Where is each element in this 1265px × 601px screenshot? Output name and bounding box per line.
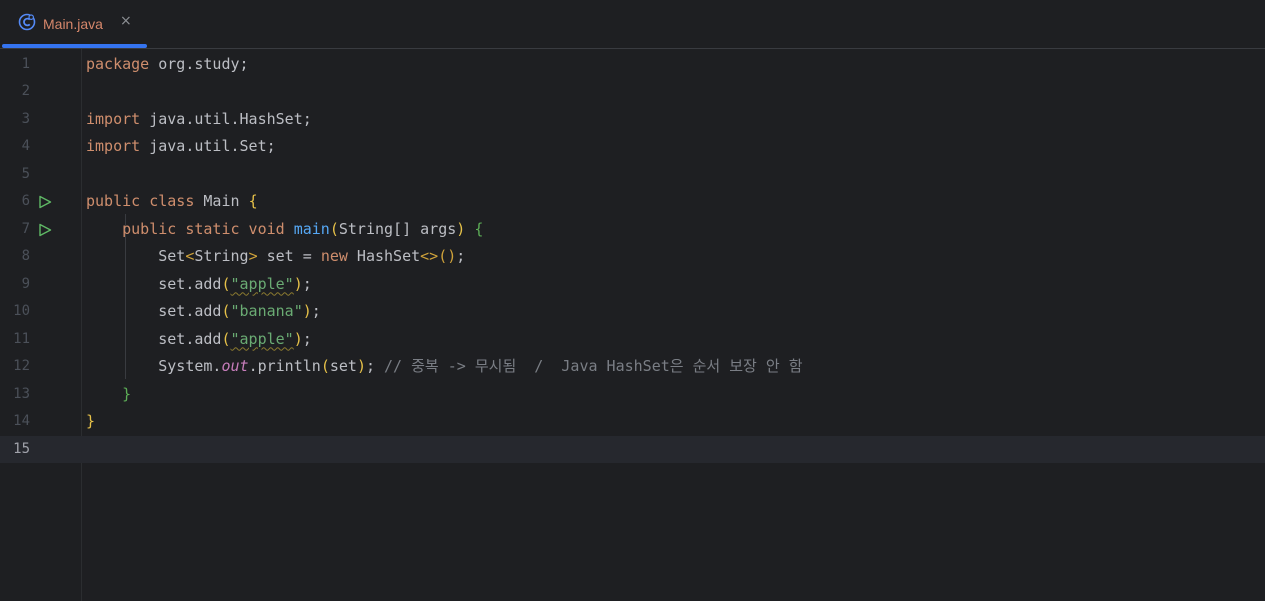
active-tab-indicator	[2, 44, 147, 48]
code-comment: // 중복 -> 무시됨 / Java HashSet은 순서 보장 안 함	[384, 357, 803, 375]
code-line-2[interactable]: 2	[0, 78, 1265, 106]
code-text: import java.util.HashSet;	[86, 109, 312, 128]
code-line-7[interactable]: 7 public static void main(String[] args)…	[0, 216, 1265, 244]
code-text: Set<String> set = new HashSet<>();	[158, 247, 466, 265]
code-text: set.add("apple");	[158, 329, 312, 348]
line-number: 14	[13, 413, 30, 429]
code-line-14[interactable]: 14 }	[0, 408, 1265, 436]
line-number: 15	[13, 440, 30, 457]
line-number: 11	[13, 330, 30, 347]
code-text: public static void main(String[] args) {	[122, 219, 484, 238]
code-line-13[interactable]: 13 }	[0, 381, 1265, 409]
line-number: 10	[13, 303, 30, 319]
line-number: 6	[21, 193, 30, 209]
code-line-1[interactable]: 1 package org.study;	[0, 51, 1265, 79]
editor-tab-bar: Main.java ×	[0, 0, 1265, 49]
code-text: public class Main {	[86, 192, 258, 210]
code-line-4[interactable]: 4 import java.util.Set;	[0, 133, 1265, 161]
code-line-11[interactable]: 11 set.add("apple");	[0, 326, 1265, 354]
tab-label: Main.java	[43, 16, 103, 32]
duplicate-warning-string: "apple"	[230, 274, 294, 293]
code-line-9[interactable]: 9 set.add("apple");	[0, 271, 1265, 299]
line-number: 1	[21, 55, 30, 72]
code-line-15-current[interactable]: 15	[0, 435, 1265, 463]
code-line-12[interactable]: 12 System.out.println(set); // 중복 -> 무시됨…	[0, 353, 1265, 381]
code-text: System.out.println(set); // 중복 -> 무시됨 / …	[158, 357, 803, 375]
line-number: 2	[21, 83, 30, 99]
code-text: }	[122, 384, 132, 403]
line-number: 5	[21, 165, 30, 182]
run-icon[interactable]	[38, 223, 52, 237]
java-class-icon	[18, 13, 36, 31]
line-number: 7	[21, 220, 30, 237]
duplicate-warning-string: "apple"	[230, 329, 294, 348]
code-line-8[interactable]: 8 Set<String> set = new HashSet<>();	[0, 243, 1265, 271]
code-text: set.add("banana");	[158, 302, 321, 320]
code-text: }	[86, 412, 96, 430]
tab-main-java[interactable]: Main.java ×	[0, 0, 147, 48]
tab-close-icon[interactable]: ×	[120, 13, 132, 29]
line-number: 4	[21, 138, 30, 154]
line-number: 9	[21, 275, 30, 292]
code-line-5[interactable]: 5	[0, 161, 1265, 189]
line-number: 13	[13, 385, 30, 402]
code-text: set.add("apple");	[158, 274, 312, 293]
line-number: 3	[21, 110, 30, 127]
line-number: 12	[13, 358, 30, 374]
code-line-6[interactable]: 6 public class Main {	[0, 188, 1265, 216]
code-text: package org.study;	[86, 54, 249, 73]
code-line-3[interactable]: 3 import java.util.HashSet;	[0, 106, 1265, 134]
code-line-10[interactable]: 10 set.add("banana");	[0, 298, 1265, 326]
run-icon[interactable]	[38, 195, 52, 209]
code-editor[interactable]: 1 package org.study; 2 3 import java.uti…	[0, 49, 1265, 601]
code-text: import java.util.Set;	[86, 137, 276, 155]
line-number: 8	[21, 248, 30, 264]
